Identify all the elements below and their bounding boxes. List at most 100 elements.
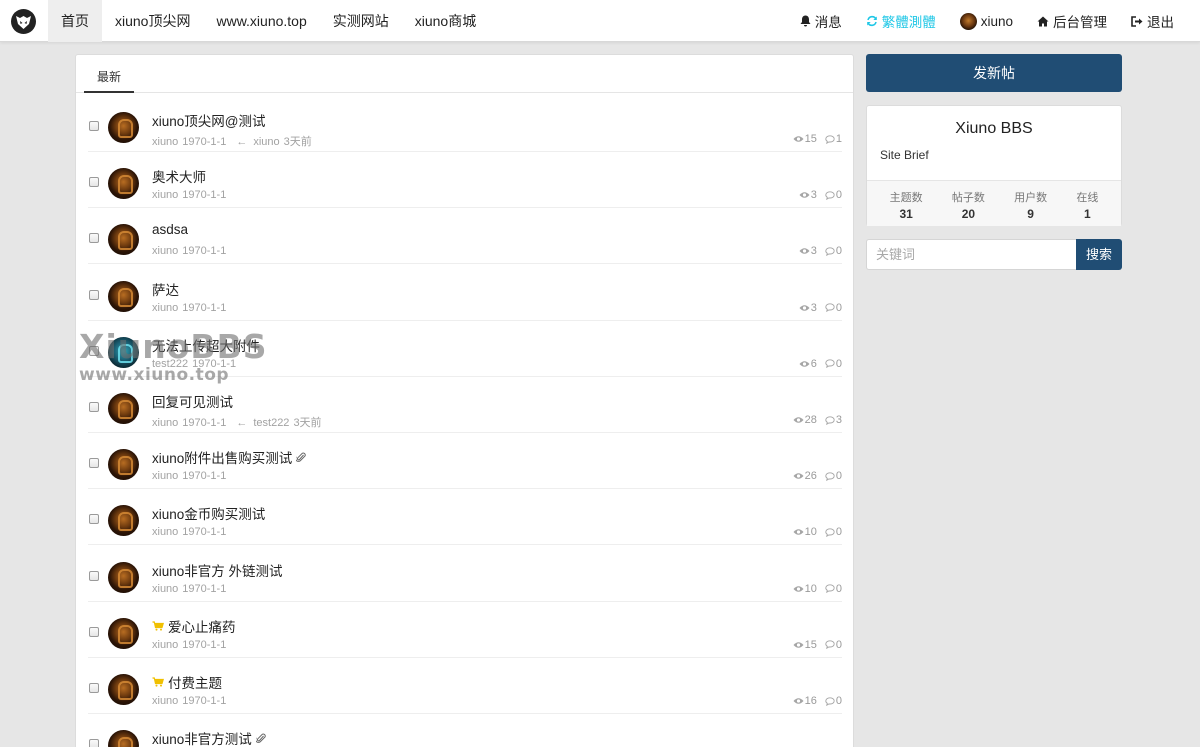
thread-stats: 15 1 — [793, 133, 842, 145]
thread-checkbox[interactable] — [89, 683, 99, 693]
thread-author[interactable]: xiuno — [152, 245, 178, 257]
thread-title-text: xiuno顶尖网@测试 — [152, 114, 266, 129]
thread-row[interactable]: 奥术大师 xiuno 1970-1-1 3 0 — [88, 152, 842, 209]
thread-checkbox[interactable] — [89, 289, 99, 300]
thread-row[interactable]: xiuno非官方 外链测试 xiuno 1970-1-1 10 0 — [88, 546, 842, 602]
stat-threads: 主题数 31 — [890, 181, 923, 226]
admin-link[interactable]: 后台管理 — [1025, 0, 1119, 42]
view-count: 15 — [804, 638, 817, 651]
reply-count: 0 — [835, 526, 842, 539]
arrow-left-icon: ← — [236, 136, 248, 148]
thread-checkbox[interactable] — [89, 514, 99, 525]
thread-title[interactable]: 萨达 — [152, 279, 179, 299]
thread-last-user[interactable]: xiuno — [253, 136, 279, 148]
thread-title[interactable]: xiuno非官方测试 — [152, 728, 266, 747]
tab-latest[interactable]: 最新 — [84, 55, 135, 93]
user-avatar[interactable] — [108, 561, 139, 593]
user-avatar[interactable] — [108, 674, 139, 705]
view-count: 10 — [804, 582, 817, 595]
thread-title[interactable]: xiuno非官方 外链测试 — [152, 560, 283, 580]
thread-author[interactable]: xiuno — [152, 639, 178, 651]
reply-count: 0 — [835, 582, 842, 595]
thread-author[interactable]: xiuno — [152, 189, 178, 201]
thread-row[interactable]: 萨达 xiuno 1970-1-1 3 0 — [88, 265, 842, 321]
thread-row[interactable]: 回复可见测试 xiuno 1970-1-1 ← test222 3天前 28 3 — [88, 377, 842, 433]
thread-author[interactable]: xiuno — [152, 302, 178, 314]
user-avatar[interactable] — [108, 393, 139, 424]
thread-checkbox[interactable] — [89, 626, 99, 637]
thread-row[interactable]: 付费主题 xiuno 1970-1-1 16 0 — [88, 658, 842, 714]
user-avatar[interactable] — [108, 505, 139, 537]
top-navbar: 首页 xiuno顶尖网 www.xiuno.top 实测网站 xiuno商城 消… — [0, 0, 1200, 42]
comment-icon — [825, 359, 835, 369]
reply-count: 0 — [835, 638, 842, 651]
user-avatar[interactable] — [108, 112, 139, 143]
thread-title[interactable]: 回复可见测试 — [152, 391, 233, 411]
user-avatar[interactable] — [108, 224, 139, 256]
view-count: 3 — [810, 245, 817, 258]
thread-row[interactable]: xiuno顶尖网@测试 xiuno 1970-1-1 ← xiuno 3天前 15 1 — [88, 96, 842, 152]
thread-row[interactable]: 无法上传超大附件 test222 1970-1-1 6 0 — [88, 321, 842, 377]
site-stats: 主题数 31 帖子数 20 用户数 9 在线 1 — [867, 180, 1121, 226]
thread-row[interactable]: xiuno金币购买测试 xiuno 1970-1-1 10 0 — [88, 489, 842, 546]
thread-stats: 10 0 — [793, 583, 842, 595]
thread-title[interactable]: 付费主题 — [152, 672, 222, 692]
nav-item-www[interactable]: www.xiuno.top — [203, 0, 319, 42]
search-input[interactable] — [866, 239, 1077, 270]
user-avatar[interactable] — [108, 280, 139, 312]
thread-author[interactable]: xiuno — [152, 695, 178, 707]
stat-label: 用户数 — [1014, 192, 1048, 204]
eye-icon — [793, 642, 804, 648]
thread-checkbox[interactable] — [89, 233, 99, 244]
thread-checkbox[interactable] — [89, 345, 99, 356]
messages-link[interactable]: 消息 — [788, 0, 854, 42]
nav-item-test-site[interactable]: 实测网站 — [320, 0, 402, 42]
user-avatar[interactable] — [108, 336, 139, 368]
thread-title[interactable]: 奥术大师 — [152, 166, 206, 186]
lang-label: 繁體測體 — [881, 15, 936, 30]
thread-author[interactable]: xiuno — [152, 136, 178, 148]
thread-meta: xiuno 1970-1-1 ← xiuno 3天前 — [152, 133, 316, 149]
stat-value: 1 — [1084, 207, 1091, 221]
user-avatar[interactable] — [108, 449, 139, 481]
thread-author[interactable]: xiuno — [152, 417, 178, 429]
thread-checkbox[interactable] — [89, 570, 99, 581]
thread-checkbox[interactable] — [89, 177, 99, 188]
lang-toggle[interactable]: 繁體測體 — [854, 0, 948, 42]
thread-title[interactable]: 爱心止痛药 — [152, 616, 236, 636]
thread-meta: xiuno 1970-1-1 — [152, 470, 230, 482]
user-avatar[interactable] — [108, 168, 139, 200]
thread-title[interactable]: xiuno金币购买测试 — [152, 503, 265, 523]
thread-checkbox[interactable] — [89, 458, 99, 469]
view-count: 6 — [810, 357, 817, 370]
thread-checkbox[interactable] — [89, 121, 99, 131]
logout-link[interactable]: 退出 — [1119, 0, 1186, 42]
thread-author[interactable]: xiuno — [152, 470, 178, 482]
nav-item-shop[interactable]: xiuno商城 — [402, 0, 489, 42]
thread-stats: 26 0 — [793, 470, 842, 482]
new-thread-button[interactable]: 发新帖 — [866, 54, 1122, 92]
thread-title[interactable]: 无法上传超大附件 — [152, 335, 260, 355]
logo-icon[interactable] — [11, 9, 36, 34]
thread-date: 1970-1-1 — [182, 136, 227, 148]
thread-last-user[interactable]: test222 — [253, 417, 289, 429]
search-button[interactable]: 搜索 — [1076, 239, 1122, 270]
user-avatar[interactable] — [108, 730, 139, 747]
thread-row[interactable]: asdsa xiuno 1970-1-1 3 0 — [88, 208, 842, 265]
thread-title[interactable]: asdsa — [152, 222, 188, 237]
thread-checkbox[interactable] — [89, 402, 99, 412]
user-avatar[interactable] — [108, 617, 139, 649]
thread-author[interactable]: xiuno — [152, 526, 178, 538]
thread-author[interactable]: test222 — [152, 358, 188, 370]
thread-title[interactable]: xiuno附件出售购买测试 — [152, 447, 306, 467]
thread-author[interactable]: xiuno — [152, 583, 178, 595]
thread-title-text: 付费主题 — [168, 676, 222, 691]
nav-item-xiuno-top[interactable]: xiuno顶尖网 — [102, 0, 203, 42]
thread-title[interactable]: xiuno顶尖网@测试 — [152, 110, 265, 130]
thread-row[interactable]: xiuno附件出售购买测试 xiuno 1970-1-1 26 0 — [88, 433, 842, 490]
thread-checkbox[interactable] — [89, 739, 99, 747]
user-link[interactable]: xiuno — [948, 0, 1025, 42]
thread-row[interactable]: xiuno非官方测试xiuno1970-1-1 — [88, 714, 842, 747]
nav-item-home[interactable]: 首页 — [48, 0, 102, 42]
thread-row[interactable]: 爱心止痛药 xiuno 1970-1-1 15 0 — [88, 602, 842, 658]
